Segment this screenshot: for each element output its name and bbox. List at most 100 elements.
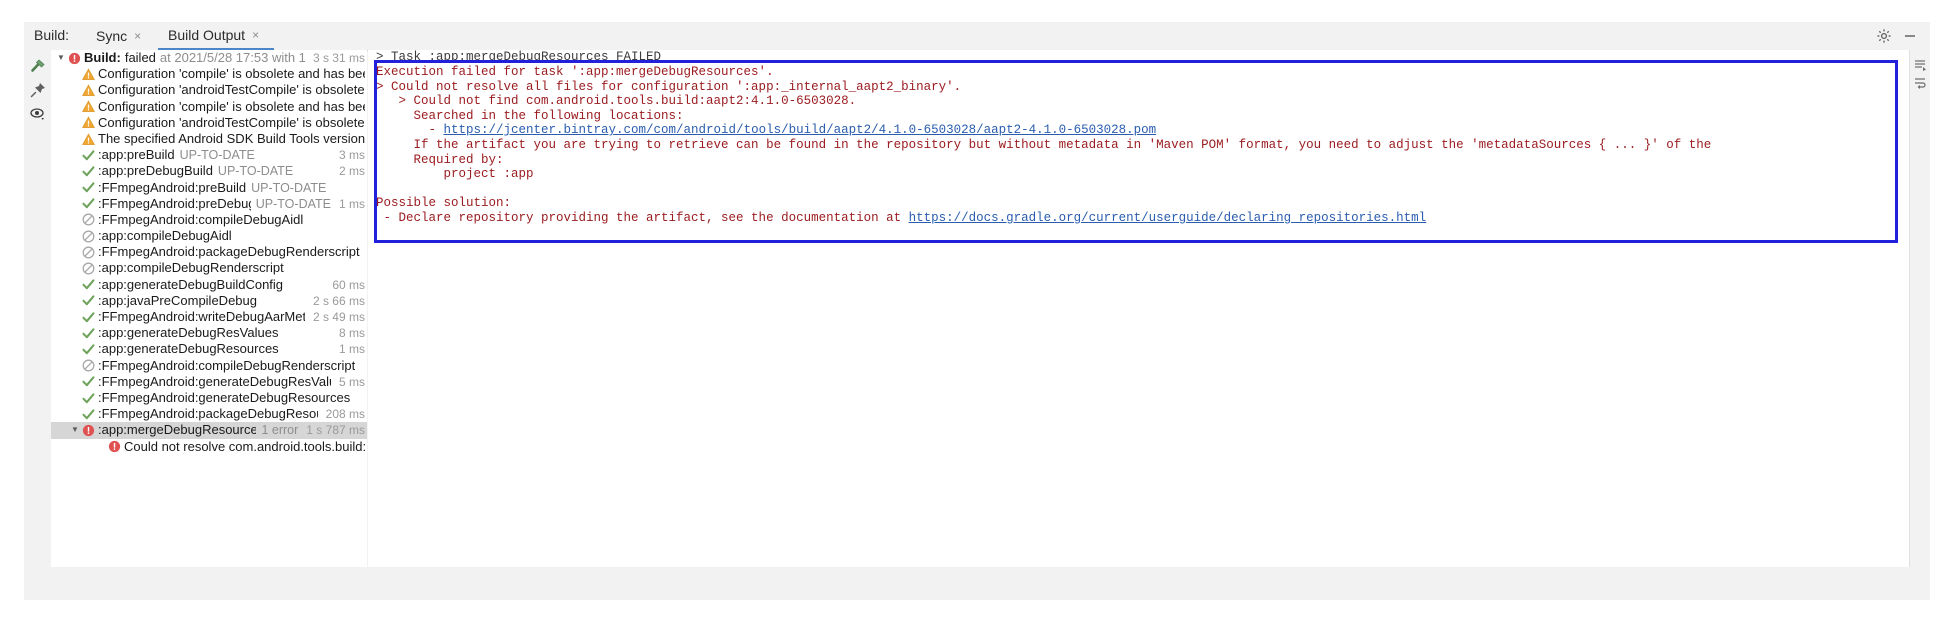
success-icon — [81, 342, 95, 356]
error-icon — [81, 423, 95, 437]
console-line: Execution failed for task ':app:mergeDeb… — [368, 65, 1910, 80]
tree-row-merge-debug-resources[interactable]: ▼ :app:mergeDebugResources 1 error 1 s 7… — [51, 422, 367, 439]
tree-row-build-root[interactable]: ▼ Build: failed at 2021/5/28 17:53 with 1 … — [51, 50, 367, 66]
tab-build-output[interactable]: Build Output × — [158, 22, 274, 50]
tree-row-task[interactable]: The specified Android SDK Build Tools ve… — [51, 131, 367, 147]
warning-icon — [81, 100, 95, 114]
success-icon — [81, 375, 95, 389]
restart-hammer-icon[interactable] — [28, 56, 48, 76]
tree-row-task[interactable]: :FFmpegAndroid:packageDebugResources 208 … — [51, 406, 367, 422]
minimize-icon[interactable] — [1902, 28, 1918, 44]
tree-row-label: :app:generateDebugResValues — [98, 325, 279, 341]
tree-row-duration: 3 ms — [338, 148, 365, 163]
tree-row-task[interactable]: :FFmpegAndroid:preDebugBuild UP-TO-DATE 1 … — [51, 196, 367, 212]
tree-row-status: UP-TO-DATE — [251, 180, 327, 195]
tree-row-task[interactable]: Configuration 'androidTestCompile' is ob… — [51, 82, 367, 98]
tree-row-task[interactable]: Configuration 'compile' is obsolete and … — [51, 99, 367, 115]
tree-row-task[interactable]: :app:javaPreCompileDebug 2 s 66 ms — [51, 293, 367, 309]
success-icon — [81, 164, 95, 178]
tree-row-label: :FFmpegAndroid:preDebugBuild — [98, 195, 251, 211]
tree-row-task[interactable]: :FFmpegAndroid:generateDebugResources — [51, 390, 367, 406]
window-right-margin — [1930, 0, 1950, 617]
tree-row-status: UP-TO-DATE — [217, 164, 294, 179]
tree-row-label: The specified Android SDK Build Tools ve… — [98, 130, 365, 146]
success-icon — [81, 181, 95, 195]
skipped-icon — [81, 229, 95, 243]
success-icon — [81, 326, 95, 340]
tree-row-resolve-error[interactable]: Could not resolve com.android.tools.buil… — [51, 439, 367, 455]
console-line-text: > Could not resolve all files for config… — [376, 79, 962, 94]
tree-row-duration: 2 s 49 ms — [312, 310, 365, 324]
tab-sync[interactable]: Sync × — [86, 22, 154, 50]
tab-strip: Build: Sync × Build Output × — [24, 22, 1930, 51]
tree-row-task[interactable]: :FFmpegAndroid:compileDebugRenderscript — [51, 358, 367, 374]
build-root-status: failed — [124, 50, 156, 65]
tree-row-label: :app:preBuild — [98, 147, 175, 163]
tab-sync-close-icon[interactable]: × — [134, 30, 141, 42]
console-link[interactable]: https://docs.gradle.org/current/userguid… — [909, 211, 1427, 225]
pin-icon[interactable] — [28, 80, 48, 100]
console-line-text: Execution failed for task ':app:mergeDeb… — [376, 65, 774, 79]
error-icon — [107, 440, 121, 454]
window-top-margin — [0, 0, 1950, 22]
tree-row-task[interactable]: :app:compileDebugRenderscript — [51, 260, 367, 276]
tree-row-task[interactable]: :app:generateDebugResValues 8 ms — [51, 325, 367, 341]
tree-row-task[interactable]: :app:preBuild UP-TO-DATE 3 ms — [51, 147, 367, 163]
build-window-label: Build: — [34, 27, 70, 43]
soft-wrap-icon[interactable] — [1913, 76, 1927, 90]
tree-row-task[interactable]: :FFmpegAndroid:generateDebugResValues 5 m… — [51, 374, 367, 390]
console-line-prefix: - Declare repository providing the artif… — [376, 210, 909, 225]
console-line: Possible solution: — [368, 196, 1910, 211]
chevron-down-icon[interactable]: ▼ — [55, 50, 67, 66]
window-left-margin — [0, 0, 24, 617]
tree-row-task[interactable]: :app:preDebugBuild UP-TO-DATE 2 ms — [51, 163, 367, 179]
console-line-text: Required by: — [376, 152, 504, 167]
tree-row-duration: 2 ms — [338, 164, 365, 179]
console-line: project :app — [368, 167, 1910, 182]
tree-row-task[interactable]: Configuration 'androidTestCompile' is ob… — [51, 115, 367, 131]
skipped-icon — [81, 245, 95, 259]
console-line: > Could not find com.android.tools.build… — [368, 94, 1910, 109]
success-icon — [81, 310, 95, 324]
tree-row-task[interactable]: :app:compileDebugAidl — [51, 228, 367, 244]
skipped-icon — [81, 262, 95, 276]
eye-settings-icon[interactable] — [28, 104, 48, 124]
build-root-strong-label: Build: — [84, 50, 121, 65]
console-line: If the artifact you are trying to retrie… — [368, 138, 1910, 153]
build-console-panel[interactable]: > Task :app:mergeDebugResources FAILED E… — [368, 50, 1910, 567]
scroll-to-end-icon[interactable] — [1913, 58, 1927, 72]
gear-icon[interactable] — [1876, 28, 1892, 44]
console-output-lines: Execution failed for task ':app:mergeDeb… — [368, 65, 1910, 226]
warning-icon — [81, 83, 95, 97]
tab-sync-label: Sync — [96, 28, 128, 44]
tree-row-task[interactable]: :FFmpegAndroid:writeDebugAarMetadata 2 s … — [51, 309, 367, 325]
tree-row-status: UP-TO-DATE — [255, 196, 331, 211]
tree-row-label: :FFmpegAndroid:packageDebugResources — [98, 406, 318, 422]
tree-row-duration: 1 ms — [338, 196, 365, 211]
tab-build-output-close-icon[interactable]: × — [252, 29, 259, 41]
build-tree-panel[interactable]: ▼ Build: failed at 2021/5/28 17:53 with 1 … — [51, 50, 367, 567]
tree-row-task[interactable]: :FFmpegAndroid:compileDebugAidl — [51, 212, 367, 228]
console-link[interactable]: https://jcenter.bintray.com/com/android/… — [444, 123, 1157, 137]
tree-row-task[interactable]: :FFmpegAndroid:preBuild UP-TO-DATE — [51, 180, 367, 196]
tree-row-duration: 60 ms — [332, 277, 365, 292]
build-root-duration: 3 s 31 ms — [312, 51, 365, 65]
tree-row-task[interactable]: :app:generateDebugBuildConfig 60 ms — [51, 277, 367, 293]
tree-row-label: :app:generateDebugResources — [98, 341, 279, 357]
success-icon — [81, 197, 95, 211]
tree-row-label: :FFmpegAndroid:preBuild — [98, 179, 247, 195]
tree-row-task[interactable]: Configuration 'compile' is obsolete and … — [51, 66, 367, 82]
tree-row-duration: 208 ms — [325, 407, 365, 422]
tree-row-label: :app:preDebugBuild — [98, 163, 213, 179]
success-icon — [81, 391, 95, 405]
tree-row-task[interactable]: :FFmpegAndroid:packageDebugRenderscript — [51, 244, 367, 260]
skipped-icon — [81, 213, 95, 227]
chevron-down-icon[interactable]: ▼ — [69, 422, 81, 438]
merge-task-duration: 1 s 787 ms — [306, 423, 365, 438]
warning-icon — [81, 67, 95, 81]
tree-row-task[interactable]: :app:generateDebugResources 1 ms — [51, 341, 367, 357]
build-tool-window: Build: Sync × Build Output × ▼ Build: fa… — [0, 0, 1950, 617]
tree-row-duration: 8 ms — [338, 326, 365, 341]
console-line: Searched in the following locations: — [368, 109, 1910, 124]
